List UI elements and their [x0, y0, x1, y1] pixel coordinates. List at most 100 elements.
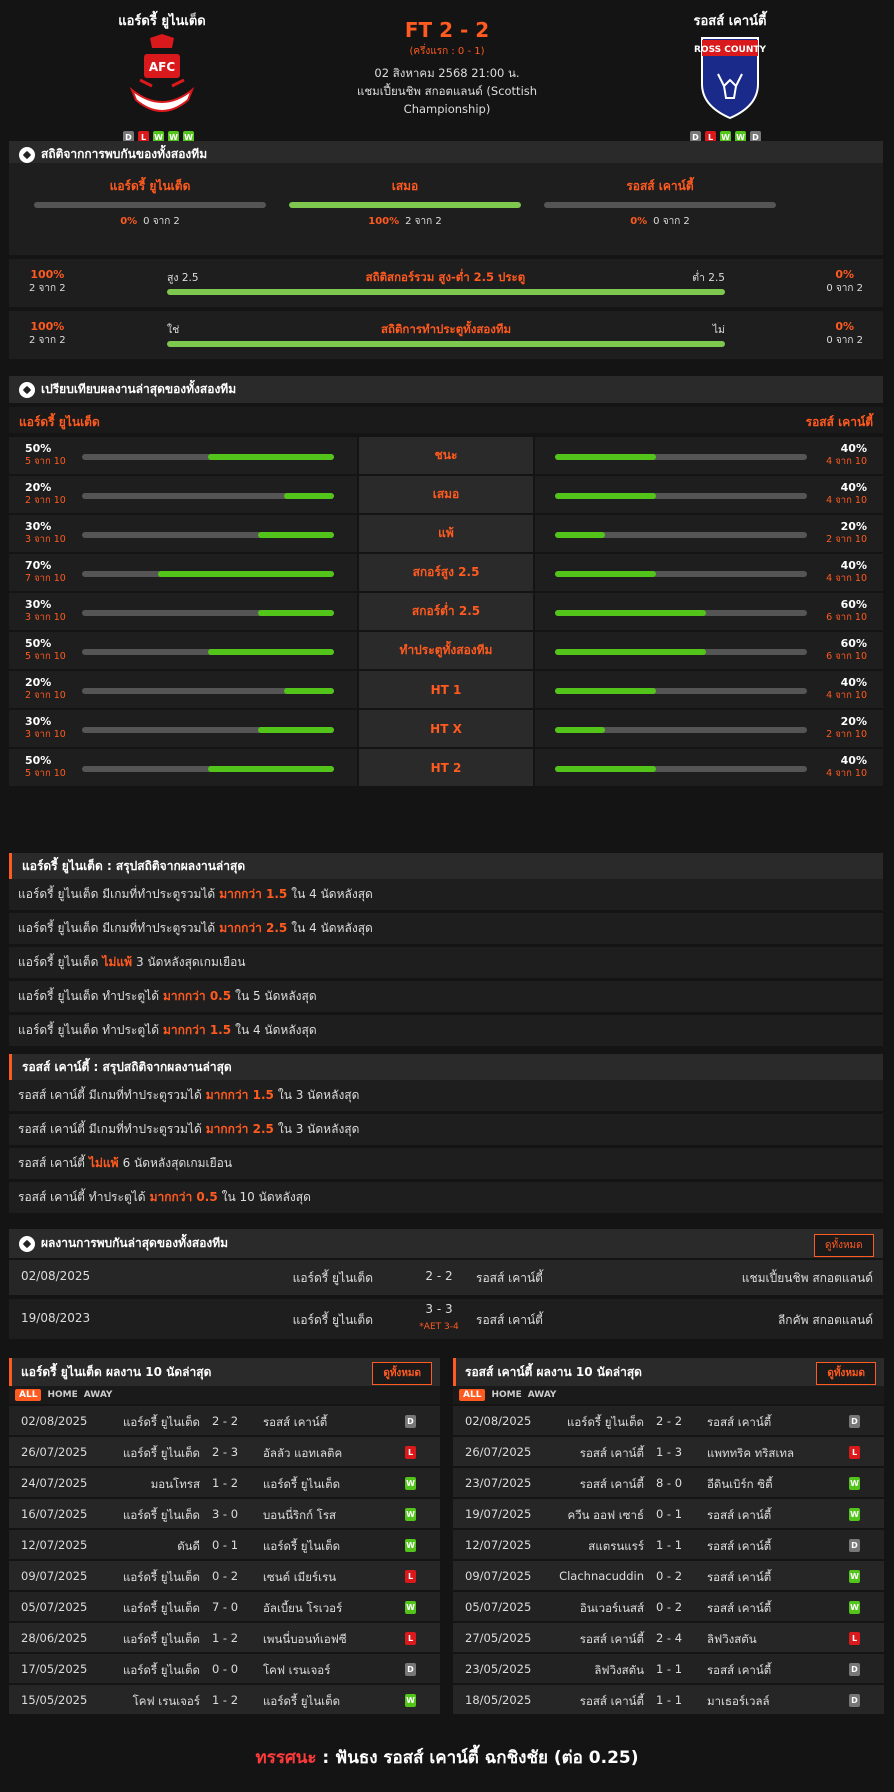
summary-row: แอร์ดรี้ ยูไนเต็ด มีเกมที่ทำประตูรวมได้ม…: [9, 879, 883, 910]
match-row[interactable]: 02/08/2025 แอร์ดรี้ ยูไนเต็ด 2 - 2 รอสส์ เค…: [453, 1406, 884, 1435]
home-team[interactable]: อินเวอร์เนสส์: [580, 1600, 644, 1618]
match-header: แอร์ดรี้ ยูไนเต็ด AFC DLWWW FT 2 - 2 (คร…: [0, 0, 894, 160]
h2h-row[interactable]: 02/08/2025 แอร์ดรี้ ยูไนเต็ด 2 - 2 รอสส์ เค…: [9, 1260, 883, 1295]
away-count: 2 จาก 10: [826, 729, 867, 740]
summary-row: แอร์ดรี้ ยูไนเต็ด ทำประตูได้ มากกว่า 1.5 ใ…: [9, 1015, 883, 1046]
home-team[interactable]: แอร์ดรี้ ยูไนเต็ด: [123, 1569, 200, 1587]
match-row[interactable]: 12/07/2025 สแตรนแรร์ 1 - 1 รอสส์ เคาน์ตี้ D: [453, 1530, 884, 1559]
summary-row: แอร์ดรี้ ยูไนเต็ด ทำประตูได้ มากกว่า 0.5 ใ…: [9, 981, 883, 1012]
away-team[interactable]: แอร์ดรี้ ยูไนเต็ด: [263, 1538, 340, 1556]
summary-row: แอร์ดรี้ ยูไนเต็ด ไม่แพ้ 3 นัดหลังสุดเกมเย…: [9, 947, 883, 978]
away-team[interactable]: รอสส์ เคาน์ตี้: [707, 1600, 771, 1618]
home-team[interactable]: รอสส์ เคาน์ตี้: [580, 1631, 644, 1649]
away-team-crest[interactable]: ROSS COUNTY: [690, 34, 770, 120]
home-team[interactable]: แอร์ดรี้ ยูไนเต็ด: [123, 1631, 200, 1649]
away-team[interactable]: อัลเบี้ยน โรเวอร์: [263, 1600, 342, 1618]
away-team[interactable]: รอสส์ เคาน์ตี้: [707, 1414, 771, 1432]
prediction-text: ฟันธง รอสส์ เคาน์ตี้ ฉกชิงชัย (ต่อ 0.25): [335, 1748, 639, 1768]
away-team[interactable]: รอสส์ เคาน์ตี้: [476, 1311, 543, 1330]
match-row[interactable]: 26/07/2025 แอร์ดรี้ ยูไนเต็ด 2 - 3 อัลลัว แ…: [9, 1437, 440, 1466]
match-row[interactable]: 23/07/2025 รอสส์ เคาน์ตี้ 8 - 0 อีดินเบิร์ก…: [453, 1468, 884, 1497]
home-team[interactable]: แอร์ดรี้ ยูไนเต็ด: [123, 1507, 200, 1525]
match-row[interactable]: 28/06/2025 แอร์ดรี้ ยูไนเต็ด 1 - 2 เพนนี่บอ…: [9, 1623, 440, 1652]
away-team[interactable]: มาเธอร์เวลล์: [707, 1693, 770, 1711]
summary-row: แอร์ดรี้ ยูไนเต็ด มีเกมที่ทำประตูรวมได้ม…: [9, 913, 883, 944]
home-team[interactable]: Clachnacuddin: [559, 1569, 644, 1583]
home-team[interactable]: รอสส์ เคาน์ตี้: [580, 1693, 644, 1711]
compare-away-name[interactable]: รอสส์ เคาน์ตี้: [806, 413, 873, 432]
away-team[interactable]: รอสส์ เคาน์ตี้: [707, 1569, 771, 1587]
home-team[interactable]: ลิฟวิงสตัน: [594, 1662, 644, 1680]
away-team[interactable]: รอสส์ เคาน์ตี้: [476, 1269, 543, 1288]
match-row[interactable]: 12/07/2025 ดันดี 0 - 1 แอร์ดรี้ ยูไนเต็ด W: [9, 1530, 440, 1559]
home-team[interactable]: โคฟ เรนเจอร์: [133, 1693, 200, 1711]
away-bar-fill: [555, 493, 656, 499]
match-row[interactable]: 24/07/2025 มอนโทรส 1 - 2 แอร์ดรี้ ยูไนเต็ด W: [9, 1468, 440, 1497]
match-row[interactable]: 09/07/2025 แอร์ดรี้ ยูไนเต็ด 0 - 2 เซนต์ เม…: [9, 1561, 440, 1590]
h2h-view-all-button[interactable]: ดูทั้งหมด: [814, 1234, 874, 1257]
away-count: 4 จาก 10: [826, 573, 867, 584]
home-team[interactable]: แอร์ดรี้ ยูไนเต็ด: [293, 1269, 373, 1288]
away-team[interactable]: ลิฟวิงสตัน: [707, 1631, 757, 1649]
home-team[interactable]: รอสส์ เคาน์ตี้: [580, 1476, 644, 1494]
away-team[interactable]: อัลลัว แอทเลติค: [263, 1445, 342, 1463]
home-last10-view-all-button[interactable]: ดูทั้งหมด: [372, 1362, 432, 1385]
h2h-draws: เสมอ 100% 2 จาก 2: [289, 177, 521, 229]
section-title: สถิติจากการพบกันของทั้งสองทีม: [41, 147, 208, 161]
home-team[interactable]: แอร์ดรี้ ยูไนเต็ด: [567, 1414, 644, 1432]
home-team[interactable]: แอร์ดรี้ ยูไนเต็ด: [123, 1414, 200, 1432]
compare-home-name[interactable]: แอร์ดรี้ ยูไนเต็ด: [19, 413, 100, 432]
summary-text: ใน 4 นัดหลังสุด: [291, 887, 373, 901]
match-row[interactable]: 05/07/2025 อินเวอร์เนสส์ 0 - 2 รอสส์ เคาน์ต…: [453, 1592, 884, 1621]
home-count: 5 จาก 10: [25, 768, 66, 779]
away-team[interactable]: รอสส์ เคาน์ตี้: [707, 1662, 771, 1680]
away-team[interactable]: แอร์ดรี้ ยูไนเต็ด: [263, 1693, 340, 1711]
home-team[interactable]: ดันดี: [177, 1538, 200, 1556]
match-row[interactable]: 15/05/2025 โคฟ เรนเจอร์ 1 - 2 แอร์ดรี้ ยูไน…: [9, 1685, 440, 1714]
home-team-crest[interactable]: AFC: [122, 34, 202, 120]
tab-home[interactable]: HOME: [491, 1390, 521, 1400]
match-row[interactable]: 05/07/2025 แอร์ดรี้ ยูไนเต็ด 7 - 0 อัลเบี้ย…: [9, 1592, 440, 1621]
away-last10-view-all-button[interactable]: ดูทั้งหมด: [816, 1362, 876, 1385]
match-row[interactable]: 09/07/2025 Clachnacuddin 0 - 2 รอสส์ เคาน์ต…: [453, 1561, 884, 1590]
match-row[interactable]: 19/07/2025 ควีน ออฟ เซาธ์ 0 - 1 รอสส์ เคาน์…: [453, 1499, 884, 1528]
away-last10-header: รอสส์ เคาน์ตี้ ผลงาน 10 นัดล่าสุด ดูทั้ง…: [453, 1358, 884, 1386]
home-team[interactable]: ควีน ออฟ เซาธ์: [568, 1507, 645, 1525]
match-row[interactable]: 23/05/2025 ลิฟวิงสตัน 1 - 1 รอสส์ เคาน์ตี้ D: [453, 1654, 884, 1683]
match-row[interactable]: 16/07/2025 แอร์ดรี้ ยูไนเต็ด 3 - 0 บอนนี่ริ…: [9, 1499, 440, 1528]
tab-all[interactable]: ALL: [459, 1389, 486, 1401]
away-team[interactable]: บอนนี่ริกก์ โรส: [263, 1507, 336, 1525]
match-row[interactable]: 02/08/2025 แอร์ดรี้ ยูไนเต็ด 2 - 2 รอสส์ เค…: [9, 1406, 440, 1435]
away-team[interactable]: รอสส์ เคาน์ตี้: [707, 1507, 771, 1525]
match-row[interactable]: 18/05/2025 รอสส์ เคาน์ตี้ 1 - 1 มาเธอร์เวลล…: [453, 1685, 884, 1714]
tab-all[interactable]: ALL: [15, 1389, 42, 1401]
home-team[interactable]: แอร์ดรี้ ยูไนเต็ด: [123, 1662, 200, 1680]
away-team-name[interactable]: รอสส์ เคาน์ตี้: [630, 10, 830, 31]
away-team[interactable]: แพททริค ทริสเทล: [707, 1445, 794, 1463]
home-team[interactable]: แอร์ดรี้ ยูไนเต็ด: [123, 1445, 200, 1463]
away-pct: 60% 6 จาก 10: [826, 598, 867, 623]
tab-away[interactable]: AWAY: [84, 1390, 113, 1400]
away-team[interactable]: เซนต์ เมียร์เรน: [263, 1569, 336, 1587]
away-team[interactable]: เพนนี่บอนท์เอฟซี: [263, 1631, 347, 1649]
match-row[interactable]: 17/05/2025 แอร์ดรี้ ยูไนเต็ด 0 - 0 โคฟ เรนเ…: [9, 1654, 440, 1683]
home-team[interactable]: รอสส์ เคาน์ตี้: [580, 1445, 644, 1463]
tab-away[interactable]: AWAY: [528, 1390, 557, 1400]
away-team[interactable]: อีดินเบิร์ก ซิตี้: [707, 1476, 773, 1494]
away-team[interactable]: รอสส์ เคาน์ตี้: [707, 1538, 771, 1556]
home-team-name[interactable]: แอร์ดรี้ ยูไนเต็ด: [62, 10, 262, 31]
away-team[interactable]: แอร์ดรี้ ยูไนเต็ด: [263, 1476, 340, 1494]
summary-text: แอร์ดรี้ ยูไนเต็ด มีเกมที่ทำประตูรวมได้: [18, 887, 216, 901]
away-team[interactable]: รอสส์ เคาน์ตี้: [263, 1414, 327, 1432]
h2h-row[interactable]: 19/08/2023 แอร์ดรี้ ยูไนเต็ด 3 - 3 รอสส์ เค…: [9, 1299, 883, 1339]
home-team[interactable]: แอร์ดรี้ ยูไนเต็ด: [123, 1600, 200, 1618]
match-row[interactable]: 27/05/2025 รอสส์ เคาน์ตี้ 2 - 4 ลิฟวิงสตัน L: [453, 1623, 884, 1652]
tab-home[interactable]: HOME: [47, 1390, 77, 1400]
home-team[interactable]: แอร์ดรี้ ยูไนเต็ด: [293, 1311, 373, 1330]
match-row[interactable]: 26/07/2025 รอสส์ เคาน์ตี้ 1 - 3 แพททริค ทริ…: [453, 1437, 884, 1466]
home-team[interactable]: สแตรนแรร์: [588, 1538, 644, 1556]
away-team[interactable]: โคฟ เรนเจอร์: [263, 1662, 330, 1680]
football-icon: [19, 146, 35, 163]
result-badge-W: W: [849, 1570, 860, 1583]
home-team[interactable]: มอนโทรส: [151, 1476, 200, 1494]
